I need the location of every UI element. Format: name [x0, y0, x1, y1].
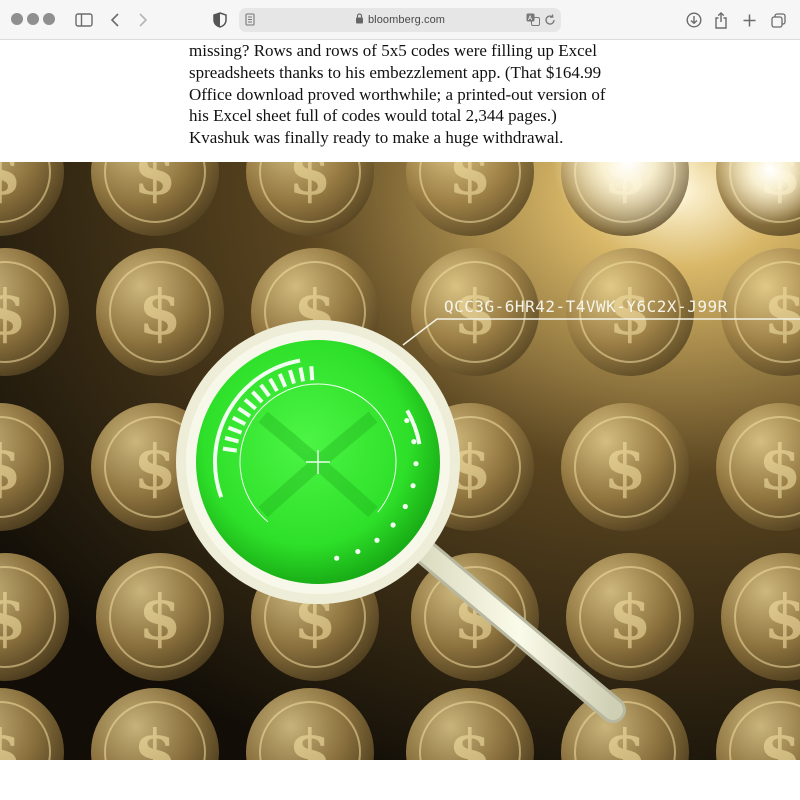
- dollar-sign-icon: $: [448, 162, 491, 209]
- close-window-button[interactable]: [11, 13, 23, 25]
- minimize-window-button[interactable]: [27, 13, 39, 25]
- plus-icon[interactable]: [738, 9, 760, 31]
- lock-icon: [355, 13, 364, 27]
- dollar-sign-icon: $: [133, 716, 176, 760]
- dollar-sign-icon: $: [608, 581, 651, 654]
- dollar-sign-icon: $: [138, 276, 181, 349]
- dollar-sign-icon: $: [448, 716, 491, 760]
- dollar-sign-icon: $: [0, 431, 22, 504]
- article-line: Kvashuk was finally ready to make a huge…: [189, 128, 564, 148]
- dollar-sign-icon: $: [603, 431, 646, 504]
- article-line: Office download proved worthwhile; a pri…: [189, 84, 606, 104]
- dollar-sign-icon: $: [0, 581, 27, 654]
- tabs-icon[interactable]: [767, 9, 789, 31]
- article-illustration: $$$$$$$$$$$$$$$$$$$$$$$$$$$$$$ QCC3G-6HR…: [0, 162, 800, 760]
- browser-toolbar: bloomberg.com A: [0, 0, 800, 40]
- url-display[interactable]: bloomberg.com: [239, 13, 561, 27]
- zoom-window-button[interactable]: [43, 13, 55, 25]
- page-bottom-margin: [0, 760, 800, 800]
- dollar-sign-icon: $: [763, 581, 800, 654]
- dollar-sign-icon: $: [0, 276, 27, 349]
- article-body: missing? Rows and rows of 5x5 codes were…: [0, 40, 800, 162]
- dollar-sign-icon: $: [138, 581, 181, 654]
- url-text: bloomberg.com: [367, 14, 446, 26]
- dollar-sign-icon: $: [133, 162, 176, 209]
- shield-icon[interactable]: [209, 9, 231, 31]
- dollar-sign-icon: $: [288, 162, 331, 209]
- dollar-sign-icon: $: [0, 716, 22, 760]
- translate-icon[interactable]: A: [526, 13, 540, 31]
- dollar-sign-icon: $: [763, 276, 800, 349]
- dollar-sign-icon: $: [758, 716, 800, 760]
- chevron-left-icon[interactable]: [104, 9, 126, 31]
- article-line: spreadsheets thanks to his embezzlement …: [189, 62, 602, 82]
- article-line: his Excel sheet full of codes would tota…: [189, 106, 557, 126]
- product-code-text: QCC3G-6HR42-T4VWK-Y6C2X-J99R: [444, 297, 728, 316]
- dollar-sign-icon: $: [288, 716, 331, 760]
- chevron-right-icon[interactable]: [132, 9, 154, 31]
- dollar-sign-icon: $: [133, 431, 176, 504]
- dollar-sign-icon: $: [0, 162, 22, 209]
- dollar-sign-icon: $: [758, 431, 800, 504]
- article-paragraph: missing? Rows and rows of 5x5 codes were…: [189, 40, 619, 149]
- download-icon[interactable]: [683, 9, 705, 31]
- address-bar[interactable]: bloomberg.com A: [239, 8, 561, 32]
- sidebar-icon[interactable]: [73, 9, 95, 31]
- share-icon[interactable]: [710, 9, 732, 31]
- reload-icon[interactable]: [544, 13, 556, 31]
- article-line: missing? Rows and rows of 5x5 codes were…: [189, 41, 597, 60]
- coins-magnifier-graphic: $$$$$$$$$$$$$$$$$$$$$$$$$$$$$$ QCC3G-6HR…: [0, 162, 800, 760]
